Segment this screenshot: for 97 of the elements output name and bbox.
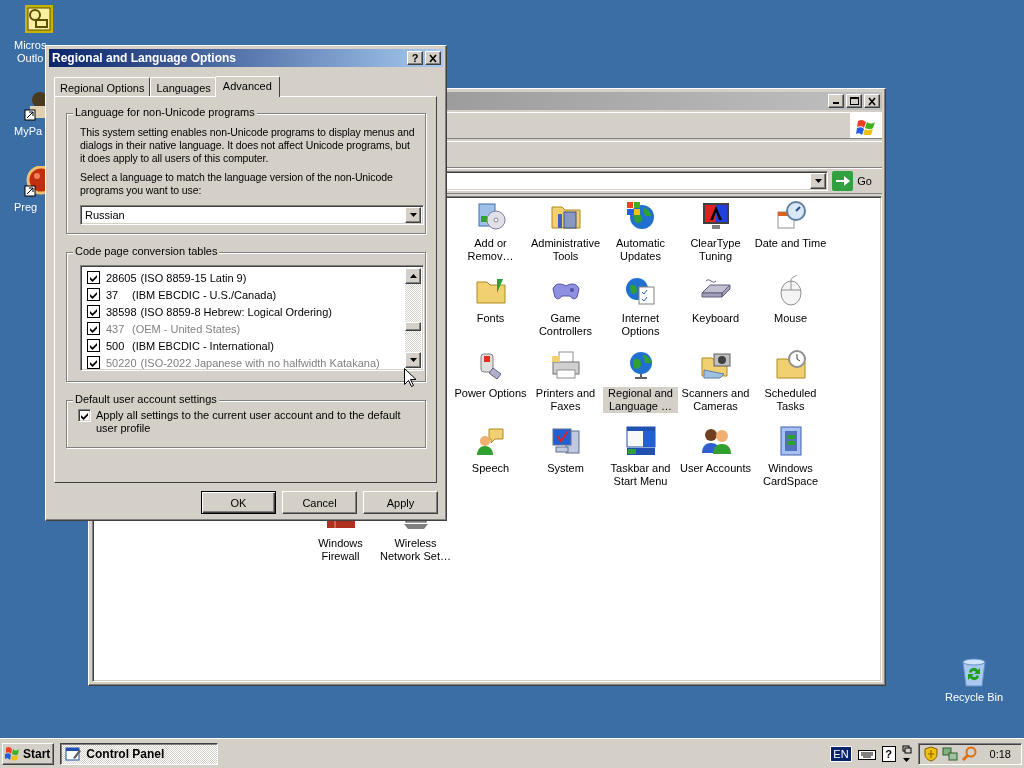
description-text: This system setting enables non-Unicode programs to display menus and dialogs in their native language. It does not affect Unicode programs, but it does apply to all users of this computer. [80,126,415,165]
icon-label[interactable]: Automatic Updates [603,237,678,263]
icon-label[interactable]: Windows Firewall [303,537,378,563]
windows-logo-icon [5,746,21,761]
scroll-thumb[interactable] [405,322,421,331]
minimize-icon [833,102,839,104]
shield-icon[interactable] [922,745,939,762]
icon-label[interactable]: Administrative Tools [528,237,603,263]
icon-label[interactable]: Regional and Language … [603,387,678,413]
scroll-up-button[interactable] [405,268,421,284]
dropdown-button[interactable] [810,173,827,189]
window-menu-icon[interactable] [624,425,657,457]
icon-label: Recycle Bin [944,691,1004,704]
icon-label[interactable]: Mouse [773,312,808,325]
minimize-button[interactable] [828,94,844,108]
icon-label[interactable]: Internet Options [603,312,678,338]
icon-label[interactable]: User Accounts [679,462,752,475]
globe-icon[interactable] [624,200,657,232]
window-title: Regional and Language Options [52,51,236,65]
maximize-icon [848,95,860,107]
close-icon [866,95,878,107]
start-button[interactable]: Start [2,742,55,765]
apply-button[interactable]: Apply [363,491,438,514]
checkbox[interactable] [78,409,91,422]
prompt-text: Select a language to match the language version of the non-Unicode programs you want to use: [80,171,394,197]
language-indicator[interactable]: EN [830,745,852,762]
checkbox[interactable] [87,339,100,352]
list-item-text[interactable]: 500 (IBM EBCDIC - International) [106,339,274,352]
dropdown-button[interactable] [405,207,421,223]
icon-label[interactable]: Keyboard [690,312,741,325]
icon-label[interactable]: ClearType Tuning [678,237,753,263]
scrollbar[interactable] [405,268,421,368]
scroll-down-button[interactable] [405,352,421,368]
icon-label[interactable]: Speech [470,462,511,475]
icon-label[interactable]: Game Controllers [528,312,603,338]
tab[interactable]: Languages [150,77,217,96]
ok-button[interactable]: OK [201,491,276,514]
icon-label: Preg [14,201,38,214]
icon-label[interactable]: Printers and Faxes [528,387,603,413]
close-button[interactable] [425,51,441,65]
code-page-list[interactable] [80,265,424,371]
help-button[interactable]: ? [407,51,423,65]
window-pen-icon [65,745,82,762]
icon-label[interactable]: Windows CardSpace [753,462,828,488]
maximize-button[interactable] [846,94,862,108]
checkbox[interactable] [87,356,100,369]
checkbox-label[interactable]: Apply all settings to the current user account and to the default user profile [96,409,415,435]
go-button[interactable]: Go [832,171,878,191]
globe-form-icon[interactable] [624,275,657,307]
group-title: Default user account settings [73,393,219,405]
options-icon[interactable] [901,744,912,763]
icon-label[interactable]: Scanners and Cameras [678,387,753,413]
taskbar-button[interactable]: Control Panel [60,742,219,765]
icon-label[interactable]: Date and Time [753,237,828,250]
icon-label[interactable]: Add or Remov… [453,237,528,263]
up-arrow-icon [409,274,417,278]
checkbox[interactable] [87,288,100,301]
group-title: Language for non-Unicode programs [73,106,257,118]
list-item-text[interactable]: 50220 (ISO-2022 Japanese with no halfwidth Katakana) [106,356,380,369]
icon-label[interactable]: Taskbar and Start Menu [603,462,678,488]
icon-label[interactable]: Power Options [453,387,528,400]
checkbox[interactable] [87,271,100,284]
list-item-text[interactable]: 38598 (ISO 8859-8 Hebrew: Logical Ordering) [106,305,332,318]
down-arrow-icon [409,358,417,362]
icon-label[interactable]: Scheduled Tasks [753,387,828,413]
clock[interactable]: 0:18 [989,747,1011,760]
icon-label: MyPa [14,125,43,138]
close-button[interactable] [864,94,880,108]
person-speech-icon[interactable] [474,425,507,457]
icon-label: Micros Outlo [14,39,47,65]
tab[interactable]: Advanced [214,76,280,97]
printer-icon[interactable] [549,350,582,382]
folder-clock-icon[interactable] [774,350,807,382]
caret-icon [409,213,417,217]
cursor-icon [404,368,416,387]
checkbox[interactable] [87,322,100,335]
help-icon[interactable]: ? [881,745,896,762]
icon-label[interactable]: Wireless Network Set… [378,537,453,563]
scanner-camera-icon[interactable] [699,350,732,382]
checkbox[interactable] [87,305,100,318]
icon-label[interactable]: System [546,462,585,475]
keyboard-icon[interactable] [857,747,876,760]
cancel-button[interactable]: Cancel [282,491,357,514]
group-title: Code page conversion tables [73,245,220,257]
envelope-clock-icon[interactable] [24,4,56,36]
language-dropdown[interactable]: Russian [80,205,424,225]
list-item-text[interactable]: 37 (IBM EBCDIC - U.S./Canada) [106,288,277,301]
network-icon[interactable] [941,745,958,762]
dropdown-value: Russian [85,209,125,221]
list-item-text[interactable]: 28605 (ISO 8859-15 Latin 9) [106,271,247,284]
tab[interactable]: Regional Options [54,77,151,96]
monitor-check-icon[interactable] [549,425,582,457]
caret-icon [814,179,822,183]
calendar-clock-icon[interactable] [774,200,807,232]
icon-label[interactable]: Fonts [475,312,506,325]
close-icon [427,52,439,64]
list-item-text[interactable]: 437 (OEM - United States) [106,322,241,335]
